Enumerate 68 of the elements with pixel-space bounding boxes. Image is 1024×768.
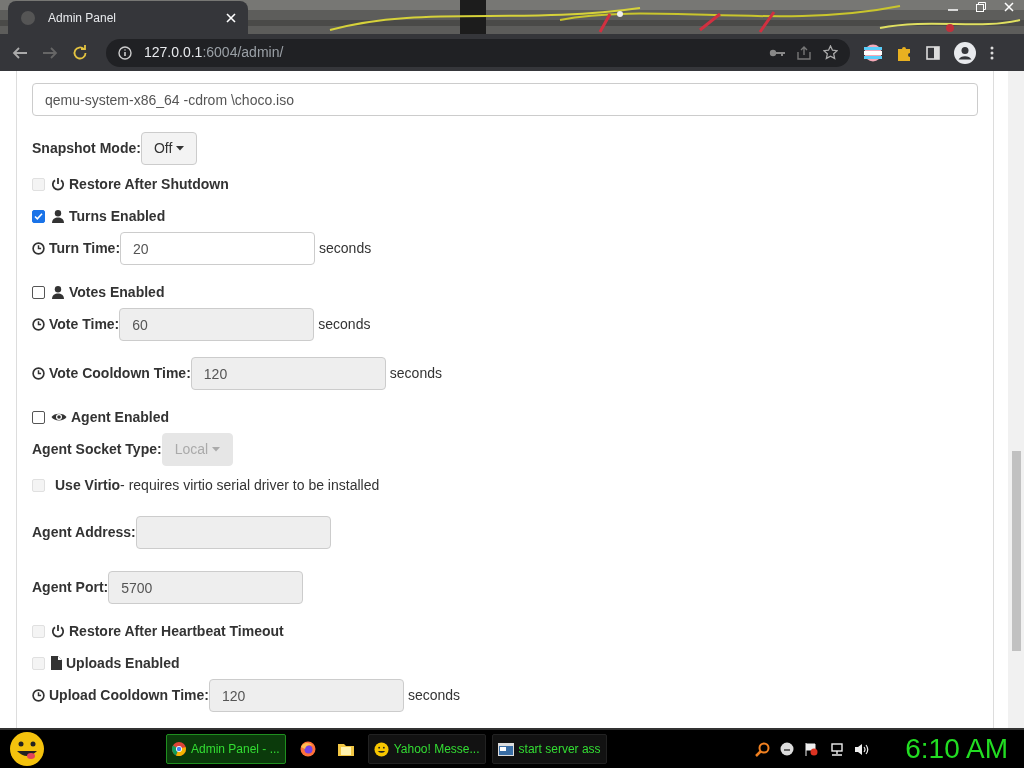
start-orb-icon[interactable] bbox=[8, 731, 46, 767]
eye-icon bbox=[51, 411, 67, 423]
field-label: Agent Socket Type: bbox=[32, 440, 162, 459]
url-text: 127.0.0.1:6004/admin/ bbox=[144, 43, 285, 62]
checkbox-label: Restore After Heartbeat Timeout bbox=[69, 621, 284, 641]
checkbox[interactable] bbox=[32, 209, 45, 223]
flag-icon[interactable] bbox=[864, 43, 882, 62]
field-label: Turn Time: bbox=[49, 239, 121, 258]
speaker-icon[interactable] bbox=[854, 741, 870, 757]
taskbar-button[interactable]: Admin Panel - ... bbox=[166, 734, 286, 764]
checkbox-label: Votes Enabled bbox=[69, 282, 165, 302]
checkbox-label: Uploads Enabled bbox=[66, 653, 180, 673]
unit-label: seconds bbox=[407, 686, 461, 705]
folder-icon bbox=[337, 742, 354, 756]
hint-text: - requires virtio serial driver to be installed bbox=[120, 475, 380, 495]
firefox-icon bbox=[299, 741, 316, 757]
clock-icon bbox=[32, 367, 45, 380]
checkbox-label: Agent Enabled bbox=[71, 407, 169, 427]
field-label: Vote Cooldown Time: bbox=[49, 364, 191, 383]
caret-icon bbox=[212, 447, 221, 452]
back-icon[interactable] bbox=[12, 44, 28, 61]
restore-icon[interactable] bbox=[976, 2, 986, 12]
user-icon bbox=[51, 209, 65, 223]
clock-icon bbox=[32, 318, 45, 331]
caret-icon bbox=[176, 146, 185, 151]
taskbar-button[interactable]: start server ass bbox=[491, 734, 607, 764]
flag-icon[interactable] bbox=[804, 741, 820, 757]
dropdown-button[interactable]: Off bbox=[140, 132, 198, 165]
unit-label: seconds bbox=[389, 364, 442, 383]
clock-icon bbox=[32, 242, 45, 255]
avatar-icon[interactable] bbox=[954, 41, 976, 64]
power-icon bbox=[51, 624, 65, 638]
close-icon[interactable] bbox=[1004, 2, 1014, 12]
clock-text[interactable]: 6:10 AM bbox=[905, 728, 1008, 768]
address-bar[interactable]: 127.0.0.1:6004/admin/ bbox=[106, 38, 850, 67]
text-field[interactable]: qemu-system-x86_64 -cdrom \choco.iso bbox=[32, 83, 978, 116]
puzzle-icon[interactable] bbox=[896, 44, 912, 61]
unit-label: seconds bbox=[318, 315, 371, 334]
star-icon[interactable] bbox=[823, 45, 838, 60]
checkbox[interactable] bbox=[32, 410, 45, 424]
taskbar-button[interactable]: Yahoo! Messe... bbox=[367, 734, 486, 764]
clock-icon bbox=[32, 689, 45, 702]
unit-label: seconds bbox=[319, 239, 372, 258]
checkbox-label: Use Virtio bbox=[55, 475, 121, 495]
file-icon bbox=[51, 656, 62, 670]
field-label: Snapshot Mode: bbox=[32, 139, 141, 158]
text-field[interactable]: 20 bbox=[120, 232, 316, 265]
close-icon[interactable] bbox=[226, 12, 236, 23]
checkbox[interactable] bbox=[32, 285, 45, 299]
search-icon[interactable] bbox=[755, 741, 771, 757]
menu-icon[interactable] bbox=[990, 45, 994, 60]
field-label: Agent Address: bbox=[32, 523, 136, 542]
checkbox-label: Turns Enabled bbox=[69, 206, 166, 226]
power-icon bbox=[51, 177, 65, 191]
share-icon[interactable] bbox=[797, 45, 811, 60]
network-icon[interactable] bbox=[829, 741, 845, 757]
window-icon bbox=[497, 742, 514, 756]
field-label: Agent Port: bbox=[32, 578, 109, 597]
field-label: Vote Time: bbox=[49, 315, 120, 334]
chrome-icon bbox=[172, 742, 186, 756]
checkbox-label: Restore After Shutdown bbox=[69, 174, 229, 194]
sidebar-icon[interactable] bbox=[926, 45, 940, 60]
reload-icon[interactable] bbox=[72, 44, 88, 61]
key-icon[interactable] bbox=[769, 47, 785, 58]
field-label: Upload Cooldown Time: bbox=[49, 686, 209, 705]
scrollbar[interactable] bbox=[1008, 71, 1024, 728]
info-icon bbox=[118, 45, 132, 60]
user-icon bbox=[51, 285, 65, 299]
